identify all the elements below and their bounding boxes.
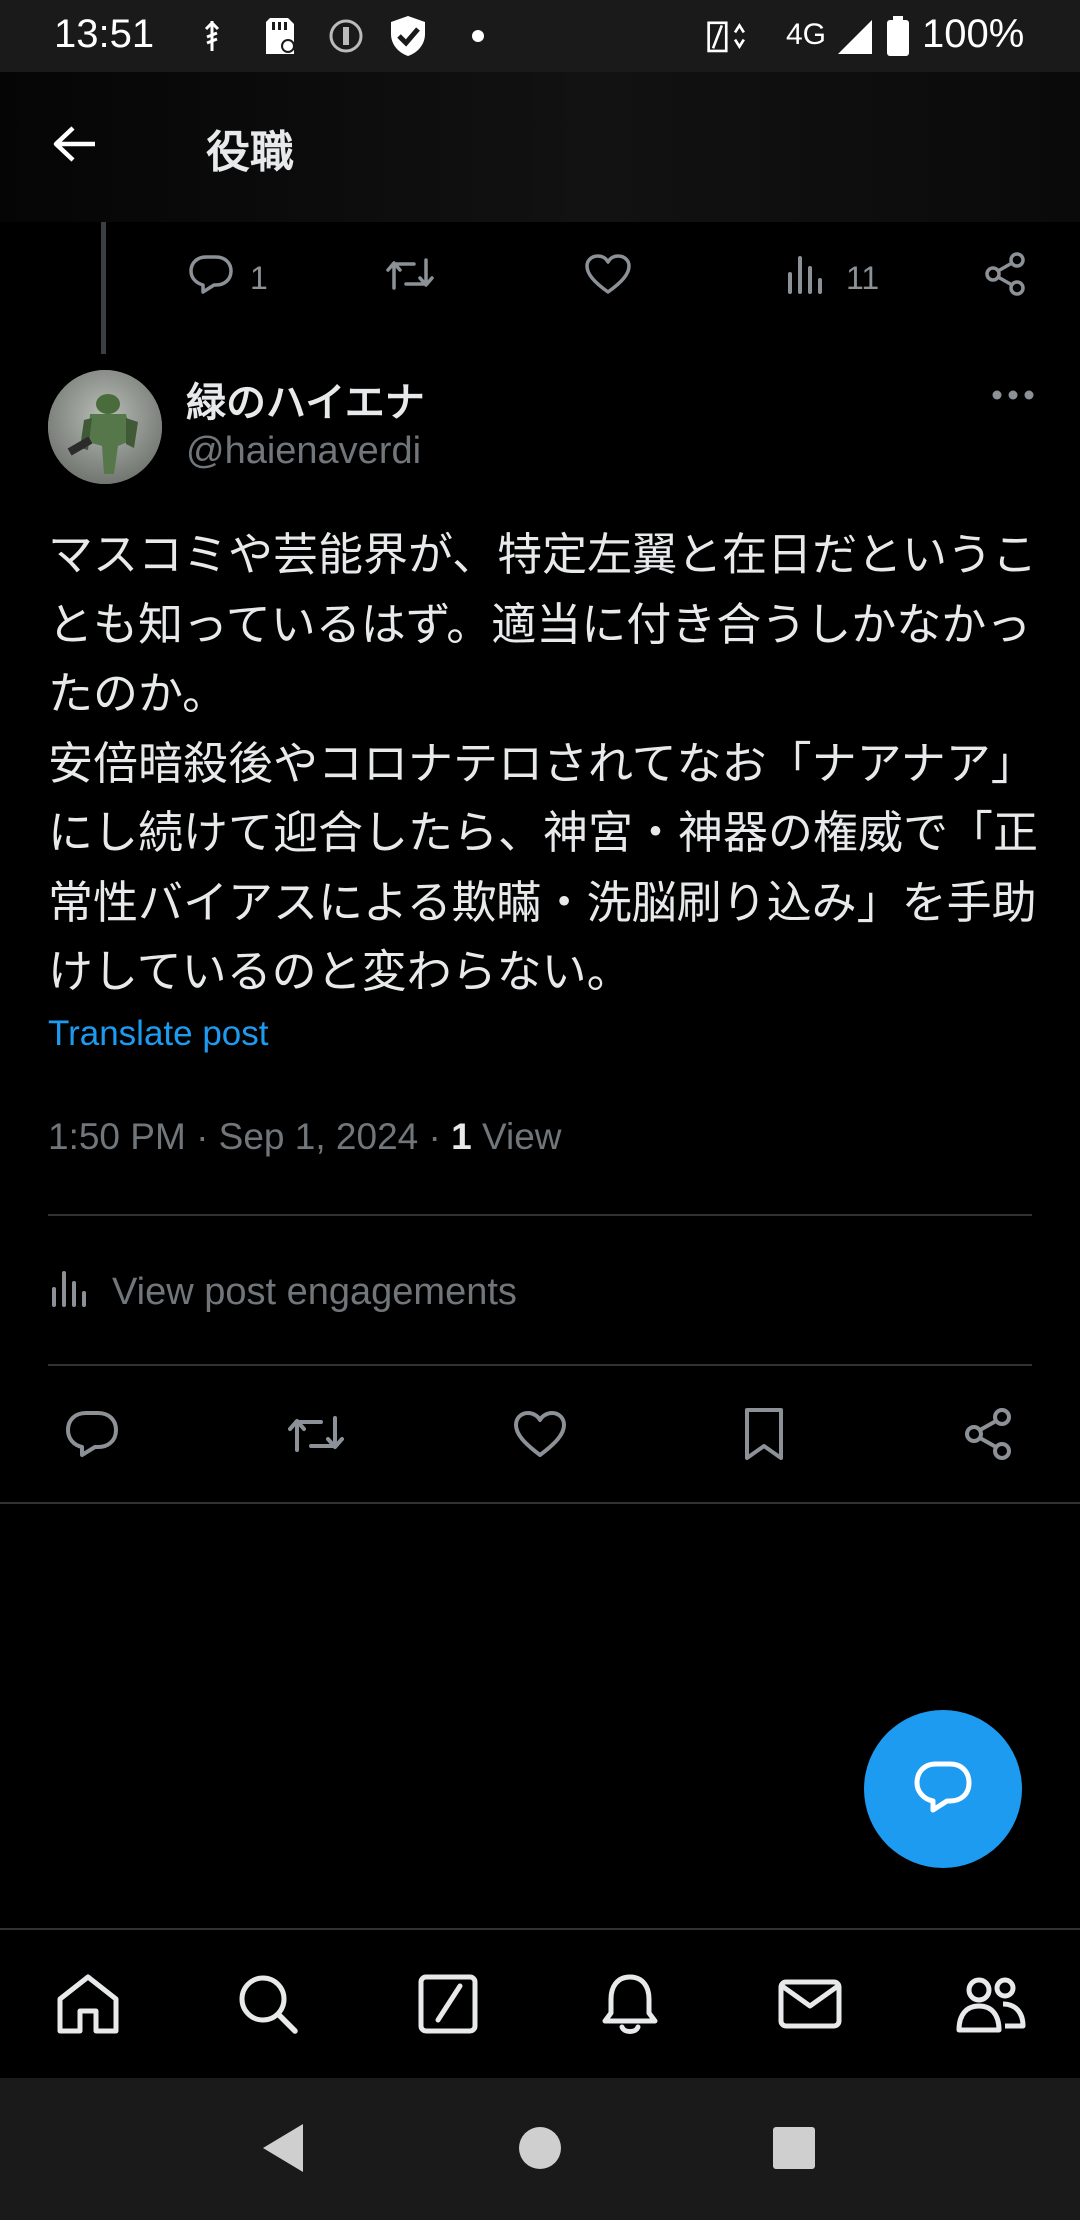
views-icon — [784, 252, 828, 304]
data-saver-icon — [706, 14, 750, 58]
parent-share-button[interactable] — [982, 250, 1028, 306]
share-icon — [982, 251, 1028, 305]
recents-square-icon — [771, 2125, 817, 2176]
parent-views-count: 11 — [846, 259, 880, 296]
search-icon — [235, 1971, 301, 2042]
share-icon — [961, 1407, 1015, 1466]
battery-icon — [876, 14, 920, 58]
parent-reply-count: 1 — [250, 259, 268, 296]
notifications-icon — [599, 1971, 661, 2042]
back-button[interactable] — [42, 118, 106, 174]
top-bar — [0, 72, 1080, 222]
parent-views-button[interactable]: 11 — [784, 250, 879, 306]
analytics-icon — [48, 1265, 90, 1319]
system-home-button[interactable] — [510, 2122, 570, 2178]
bottom-nav — [0, 1928, 1080, 2078]
divider — [48, 1364, 1032, 1366]
view-post-engagements[interactable]: View post engagements — [48, 1262, 517, 1322]
reply-button[interactable] — [54, 1404, 130, 1468]
bookmark-icon — [742, 1406, 786, 1467]
heart-icon — [584, 252, 632, 304]
reply-plus-icon — [912, 1758, 974, 1821]
page-title: 役職 — [206, 128, 294, 177]
communities-icon — [953, 1972, 1027, 2041]
nav-grok[interactable] — [408, 1966, 488, 2046]
parent-like-button[interactable] — [584, 250, 632, 306]
post-meta: 1:50 PM · Sep 1, 2024 · 1 View — [48, 1116, 562, 1158]
reply-icon — [64, 1408, 120, 1465]
vpn-info-icon — [324, 14, 368, 58]
post-timestamp: 1:50 PM · Sep 1, 2024 · — [48, 1116, 452, 1157]
sd-card-icon — [258, 14, 302, 58]
battery-percent: 100% — [922, 12, 1025, 56]
more-options-button[interactable] — [978, 372, 1048, 422]
bookmark-button[interactable] — [726, 1404, 802, 1468]
network-type: 4G — [786, 18, 827, 51]
divider — [48, 1214, 1032, 1216]
home-circle-icon — [517, 2125, 563, 2176]
status-time: 13:51 — [54, 12, 155, 56]
nav-home[interactable] — [48, 1966, 128, 2046]
system-recents-button[interactable] — [764, 2122, 824, 2178]
heart-icon — [512, 1408, 568, 1465]
view-count: 1 — [451, 1116, 472, 1157]
arrow-left-icon — [51, 124, 97, 169]
back-triangle-icon — [259, 2122, 305, 2179]
share-button[interactable] — [950, 1404, 1026, 1468]
view-label: View — [471, 1116, 562, 1157]
messages-icon — [777, 1976, 843, 2037]
nav-messages[interactable] — [770, 1966, 850, 2046]
translate-post-link[interactable]: Translate post — [48, 1014, 268, 1054]
avatar[interactable] — [48, 370, 162, 484]
nav-notifications[interactable] — [590, 1966, 670, 2046]
signal-icon — [832, 14, 876, 58]
reply-icon — [188, 252, 234, 304]
like-button[interactable] — [502, 1404, 578, 1468]
divider — [0, 1502, 1080, 1504]
nav-search[interactable] — [228, 1966, 308, 2046]
thread-line — [101, 222, 106, 354]
repost-icon — [285, 1408, 347, 1465]
repost-icon — [384, 252, 436, 304]
engagements-label: View post engagements — [112, 1270, 517, 1313]
grok-icon — [416, 1972, 480, 2041]
parent-repost-button[interactable] — [384, 250, 436, 306]
nav-communities[interactable] — [950, 1966, 1030, 2046]
system-back-button[interactable] — [252, 2122, 312, 2178]
post-text: マスコミや芸能界が、特定左翼と在日だということも知っているはず。適当に付き合うし… — [48, 529, 1039, 997]
reply-fab-button[interactable] — [864, 1710, 1022, 1868]
author-name[interactable]: 緑のハイエナ — [186, 370, 425, 428]
dot-icon — [456, 14, 500, 58]
home-icon — [54, 1971, 122, 2042]
shield-check-icon — [386, 14, 430, 58]
author-handle[interactable]: @haienaverdi — [186, 430, 421, 473]
repost-button[interactable] — [278, 1404, 354, 1468]
more-horizontal-icon — [991, 388, 1035, 406]
parent-reply-button[interactable]: 1 — [188, 250, 268, 306]
usb-icon — [190, 14, 234, 58]
